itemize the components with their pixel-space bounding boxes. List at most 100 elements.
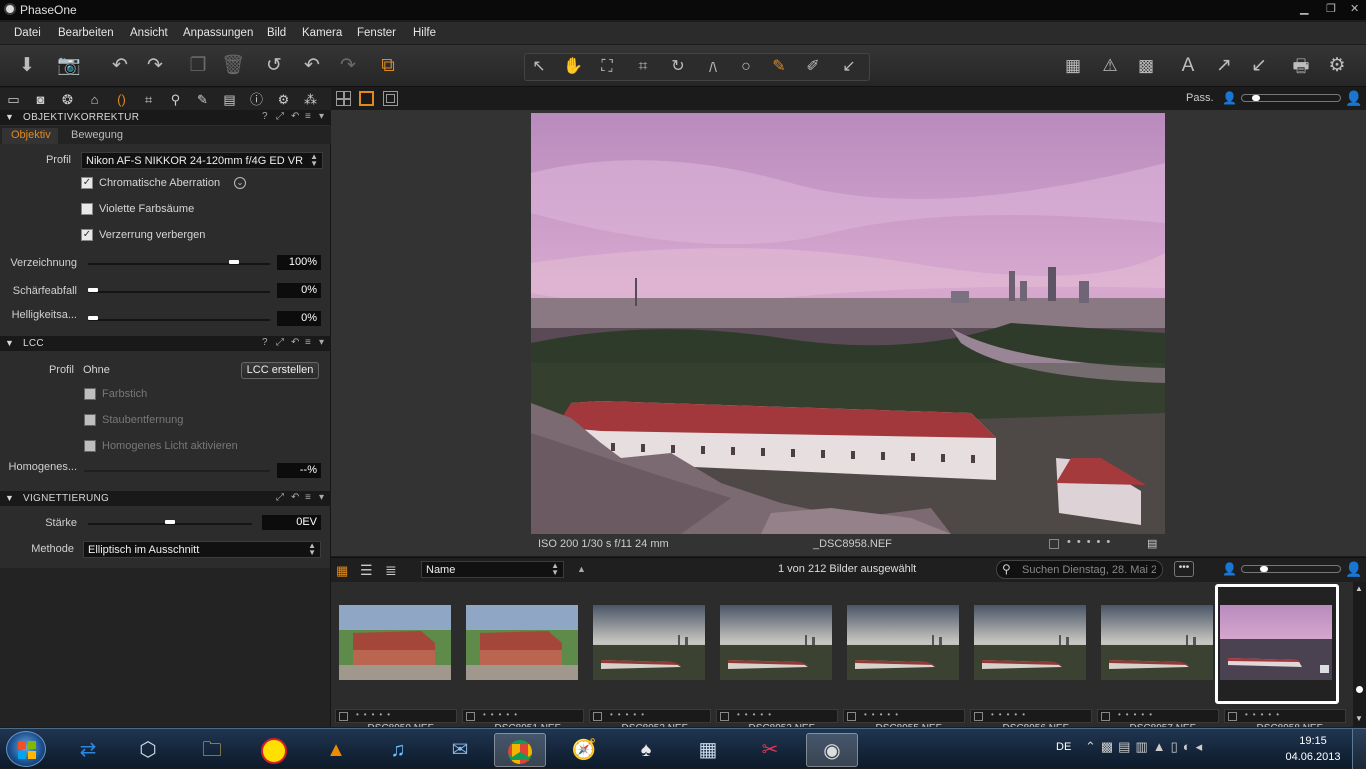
sharpness-falloff-slider[interactable] xyxy=(88,288,270,300)
menu-fenster[interactable]: Fenster xyxy=(357,27,396,39)
tab-metadata-icon[interactable]: ▤ xyxy=(221,91,238,108)
tab-bewegung[interactable]: Bewegung xyxy=(62,128,134,144)
tab-batch-icon[interactable]: ⚙ xyxy=(275,91,292,108)
lens-profile-select[interactable]: Nikon AF-S NIKKOR 24-120mm f/4G ED VR ▲ ▼ xyxy=(81,152,323,169)
tray-icons[interactable]: ⌃▩▤▥▲▯◐◂ xyxy=(1085,739,1207,755)
tab-exposure-icon[interactable]: ⌂ xyxy=(86,91,103,108)
sort-direction-icon[interactable]: ▲ xyxy=(577,564,586,574)
sharpness-falloff-value[interactable]: 0% xyxy=(277,283,321,298)
copy-adjustments-icon[interactable]: ↗ xyxy=(1212,54,1236,78)
distortion-value[interactable]: 100% xyxy=(277,255,321,270)
menu-bild[interactable]: Bild xyxy=(267,27,286,39)
dust-removal-checkbox[interactable] xyxy=(84,414,96,426)
loupe-icon[interactable]: ⛶ xyxy=(595,55,619,79)
thumbnail-item[interactable]: •••••_DSC8956.NEF xyxy=(967,585,1092,727)
menu-bearbeiten[interactable]: Bearbeiten xyxy=(58,27,114,39)
thumbnail-rating-bar[interactable]: ••••• xyxy=(1224,709,1346,723)
color-tag-box[interactable] xyxy=(339,712,348,721)
clock-date[interactable]: 04.06.2013 xyxy=(1283,751,1343,763)
color-tag-box[interactable] xyxy=(1101,712,1110,721)
uniform-light-checkbox[interactable] xyxy=(84,440,96,452)
thumbnail-item[interactable]: •••••_DSC8957.NEF xyxy=(1094,585,1219,727)
lens-correction-header[interactable]: ▼ OBJEKTIVKORREKTUR ? ⤢ ↶ ≡ ▾ xyxy=(0,110,331,125)
presets-icon[interactable]: ≡ xyxy=(305,492,311,503)
light-falloff-knob[interactable] xyxy=(88,316,98,320)
search-field[interactable]: ⚲ Suchen Dienstag, 28. Mai 20 xyxy=(996,560,1163,579)
keystone-icon[interactable]: /\ xyxy=(701,55,725,79)
spot-removal-icon[interactable]: ○ xyxy=(734,55,758,79)
color-tag-box[interactable] xyxy=(974,712,983,721)
zoom-slider-knob[interactable] xyxy=(1252,95,1260,101)
menu-anpassungen[interactable]: Anpassungen xyxy=(183,27,253,39)
lidl-mobile-icon[interactable] xyxy=(248,733,300,767)
thumbnail-image[interactable] xyxy=(974,605,1086,680)
restore-button[interactable]: ❐ xyxy=(1326,2,1336,15)
white-balance-picker-icon[interactable]: ↙ xyxy=(837,55,861,79)
tab-capture-icon[interactable]: ◙ xyxy=(32,91,49,108)
help-icon[interactable]: ? xyxy=(262,111,268,122)
menu-kamera[interactable]: Kamera xyxy=(302,27,342,39)
undo-icon[interactable]: ↶ xyxy=(300,54,324,78)
distortion-slider[interactable] xyxy=(88,260,270,272)
collapse-icon[interactable]: ▾ xyxy=(319,337,324,348)
uniform-amount-slider[interactable] xyxy=(84,467,270,479)
scroll-down-icon[interactable]: ▼ xyxy=(1355,714,1363,723)
uniform-amount-value[interactable]: --% xyxy=(277,463,321,478)
trash-icon[interactable]: 🗑 xyxy=(221,54,245,78)
thumbnail-item[interactable]: •••••_DSC8953.NEF xyxy=(713,585,838,727)
main-photo[interactable] xyxy=(531,113,1165,534)
import-icon[interactable]: ⬇ xyxy=(15,54,39,78)
thumbnail-image[interactable] xyxy=(1220,605,1332,680)
virtualbox-icon[interactable]: ⬡ xyxy=(122,733,174,767)
pan-icon[interactable]: ✋ xyxy=(561,55,585,79)
capture-camera-icon[interactable]: 📷 xyxy=(57,54,81,78)
grid-view-icon[interactable] xyxy=(336,91,351,106)
thumbnail-item[interactable]: •••••_DSC8955.NEF xyxy=(840,585,965,727)
settings-icon[interactable]: ⚙ xyxy=(1325,54,1349,78)
thumbnail-image[interactable] xyxy=(466,605,578,680)
minimize-button[interactable]: ▁ xyxy=(1300,2,1308,15)
select-cursor-icon[interactable]: ↖ xyxy=(527,55,551,79)
thumbnail-grid-icon[interactable]: ▦ xyxy=(336,563,348,579)
focus-mask-icon[interactable]: ▩ xyxy=(1134,54,1158,78)
sort-select[interactable]: Name ▲ ▼ xyxy=(421,561,564,578)
undo-all-icon[interactable]: ↺ xyxy=(262,54,286,78)
thumbnail-rating-bar[interactable]: ••••• xyxy=(462,709,584,723)
tab-local-adjust-icon[interactable]: ✎ xyxy=(194,91,211,108)
calculator-icon[interactable]: ▦ xyxy=(682,733,734,767)
tab-lens-icon[interactable]: () xyxy=(113,91,130,108)
color-tag-box[interactable] xyxy=(466,712,475,721)
copy-icon[interactable]: ⤢ xyxy=(276,111,284,122)
teamviewer-icon[interactable]: ⇄ xyxy=(62,733,114,767)
vlc-icon[interactable]: ▲ xyxy=(310,733,362,767)
phaseone-taskbar-icon[interactable]: ◉ xyxy=(806,733,858,767)
language-indicator[interactable]: DE xyxy=(1056,741,1071,753)
collapse-icon[interactable]: ▾ xyxy=(319,111,324,122)
color-tag-box[interactable] xyxy=(1049,539,1059,549)
annotation-icon[interactable]: ▤ xyxy=(1147,537,1157,550)
color-tag-box[interactable] xyxy=(847,712,856,721)
chromatic-aberration-checkbox[interactable]: ✓ xyxy=(81,177,93,189)
vignetting-strength-value[interactable]: 0EV xyxy=(262,515,321,530)
fullscreen-view-icon[interactable] xyxy=(383,91,398,106)
menu-datei[interactable]: Datei xyxy=(14,27,41,39)
menu-ansicht[interactable]: Ansicht xyxy=(130,27,168,39)
thumbnail-rating-bar[interactable]: ••••• xyxy=(335,709,457,723)
clock-time[interactable]: 19:15 xyxy=(1287,735,1339,747)
copy-icon[interactable]: ⤢ xyxy=(276,337,284,348)
color-tag-box[interactable] xyxy=(720,712,729,721)
thunderbird-icon[interactable]: ✉ xyxy=(434,733,486,767)
presets-icon[interactable]: ≡ xyxy=(305,337,311,348)
print-icon[interactable]: 🖶 xyxy=(1289,54,1313,78)
rotate-left-icon[interactable]: ↶ xyxy=(108,54,132,78)
thumbnail-item[interactable]: •••••_DSC8950.NEF xyxy=(332,585,457,727)
reset-icon[interactable]: ↶ xyxy=(291,111,300,122)
thumbnail-rating-bar[interactable]: ••••• xyxy=(716,709,838,723)
lcc-create-button[interactable]: LCC erstellen xyxy=(241,362,319,379)
zoom-slider[interactable] xyxy=(1241,94,1341,102)
tab-process-icon[interactable]: ⁂ xyxy=(302,91,319,108)
show-desktop-button[interactable] xyxy=(1352,729,1366,769)
thumbnail-image[interactable] xyxy=(1101,605,1213,680)
tab-output-icon[interactable]: ⓘ xyxy=(248,91,265,108)
thumbnail-image[interactable] xyxy=(847,605,959,680)
